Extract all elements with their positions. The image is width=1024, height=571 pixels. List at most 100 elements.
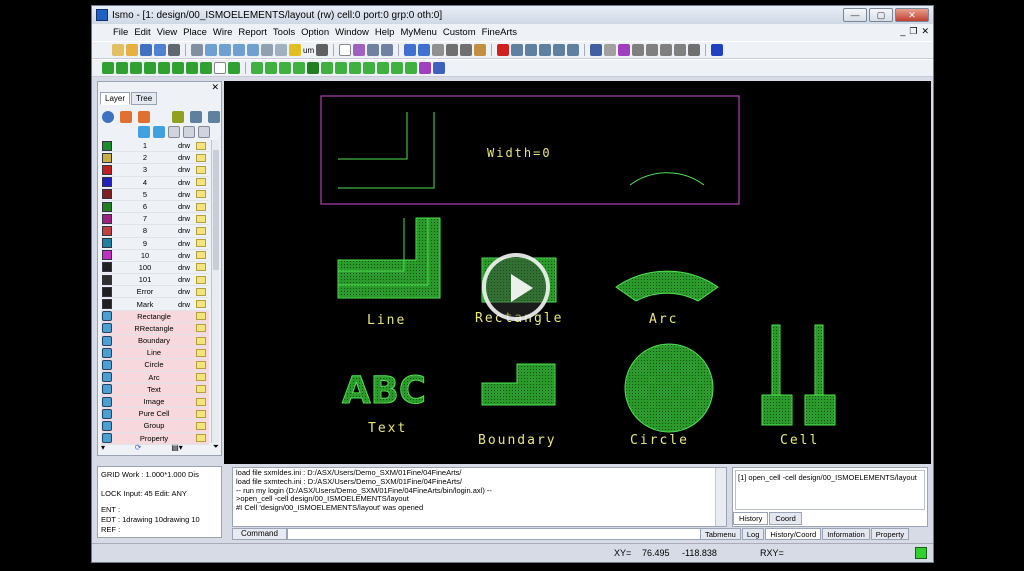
draw-boundary-icon[interactable] xyxy=(172,62,184,74)
tab-tree[interactable]: Tree xyxy=(131,92,158,105)
place-pin-icon[interactable] xyxy=(279,62,291,74)
layer-row[interactable]: 4 drw xyxy=(101,177,209,189)
cut-icon[interactable] xyxy=(446,44,459,56)
move-icon[interactable] xyxy=(511,44,524,56)
menu-tools[interactable]: Tools xyxy=(270,27,298,38)
layer-row[interactable]: 8 drw xyxy=(101,225,209,238)
mirror-icon[interactable] xyxy=(553,44,566,56)
menu-view[interactable]: View xyxy=(154,27,180,38)
layer-refresh-icon[interactable]: ⟳ xyxy=(135,443,142,452)
layer-color-swatch[interactable] xyxy=(102,274,112,285)
object-type-row[interactable]: Line xyxy=(101,347,209,360)
layer-row[interactable]: 6 drw xyxy=(101,201,209,214)
maximize-button[interactable]: ▢ xyxy=(869,8,893,22)
grid-icon[interactable] xyxy=(275,44,287,56)
menu-custom[interactable]: Custom xyxy=(440,27,479,38)
layer-edit-icon[interactable] xyxy=(196,153,206,162)
layer-color-swatch[interactable] xyxy=(102,140,112,151)
zoom-fit-icon[interactable] xyxy=(205,44,217,56)
layer-row[interactable]: Error drw xyxy=(101,286,209,299)
layer-row[interactable]: 1 drw xyxy=(101,140,209,153)
object-edit-icon[interactable] xyxy=(196,373,206,382)
layer-filter-icon[interactable] xyxy=(190,111,202,123)
array-icon[interactable] xyxy=(646,44,659,56)
layer-option-icon[interactable] xyxy=(172,111,184,123)
flatten-icon[interactable] xyxy=(660,44,673,56)
tab-layer[interactable]: Layer xyxy=(100,92,131,105)
object-type-row[interactable]: Boundary xyxy=(101,335,209,348)
draw-rectangle-icon[interactable] xyxy=(144,62,156,74)
zoom-window-icon[interactable] xyxy=(247,44,259,56)
draw-line-icon[interactable] xyxy=(102,62,114,74)
close-button[interactable]: ✕ xyxy=(895,8,929,22)
layer-row[interactable]: 10 drw xyxy=(101,250,209,262)
layer-edit-icon[interactable] xyxy=(196,239,206,248)
layer-edit-icon[interactable] xyxy=(196,214,206,223)
layer-list-scrollbar[interactable] xyxy=(211,140,219,443)
copy-icon[interactable] xyxy=(460,44,473,56)
object-edit-icon[interactable] xyxy=(196,385,206,394)
paste-icon[interactable] xyxy=(474,44,487,56)
zoom-out-icon[interactable] xyxy=(233,44,245,56)
layer-color-swatch[interactable] xyxy=(102,262,112,273)
layer-color-swatch[interactable] xyxy=(102,250,112,261)
draw-rrectangle-icon[interactable] xyxy=(158,62,170,74)
object-edit-icon[interactable] xyxy=(196,336,206,345)
tab-property[interactable]: Property xyxy=(870,528,910,540)
layer-visible-icon[interactable] xyxy=(120,111,132,123)
object-type-row[interactable]: Rectangle xyxy=(101,310,209,323)
mdi-close-button[interactable]: ✕ xyxy=(921,26,929,37)
layer-color-swatch[interactable] xyxy=(102,225,112,236)
layer-color-swatch[interactable] xyxy=(102,201,112,212)
place-label-icon[interactable] xyxy=(335,62,347,74)
mdi-minimize-button[interactable]: _ xyxy=(900,26,905,37)
settings-gear-icon[interactable] xyxy=(316,44,329,56)
edit-point-icon[interactable] xyxy=(381,44,394,56)
layer-row[interactable]: 5 drw xyxy=(101,189,209,201)
menu-help[interactable]: Help xyxy=(372,27,398,38)
rotate-icon[interactable] xyxy=(539,44,552,56)
layout-canvas[interactable]: ABC Width=0 Line Rectangle Arc Text Boun… xyxy=(224,81,931,464)
layer-menu-icon[interactable]: ▤▾ xyxy=(171,443,183,452)
place-logo-icon[interactable] xyxy=(377,62,389,74)
panel-close-icon[interactable]: ✕ xyxy=(211,82,219,93)
hand-icon[interactable] xyxy=(432,44,445,56)
minimize-button[interactable]: — xyxy=(843,8,867,22)
layer-row[interactable]: 2 drw xyxy=(101,152,209,165)
undo-icon[interactable] xyxy=(404,44,417,56)
layer-edit-icon[interactable] xyxy=(196,190,206,199)
place-circle-icon[interactable] xyxy=(307,62,319,74)
layer-row[interactable]: 101 drw xyxy=(101,274,209,287)
layer-edit-icon[interactable] xyxy=(196,226,206,235)
tab-tabmenu[interactable]: Tabmenu xyxy=(700,528,741,540)
draw-text-icon[interactable] xyxy=(214,62,226,74)
select-area-icon[interactable] xyxy=(353,44,366,56)
unit-select[interactable]: um xyxy=(303,46,314,55)
place-image-icon[interactable] xyxy=(433,62,445,74)
tab-information[interactable]: Information xyxy=(822,528,870,540)
tab-log[interactable]: Log xyxy=(741,528,765,540)
layer-select-icon[interactable] xyxy=(138,111,150,123)
layer-row[interactable]: 3 drw xyxy=(101,164,209,177)
layer-icon[interactable] xyxy=(590,44,603,56)
menu-wire[interactable]: Wire xyxy=(210,27,236,38)
log-scrollbar[interactable] xyxy=(715,468,726,526)
layer-color-swatch[interactable] xyxy=(102,238,112,249)
video-play-button[interactable] xyxy=(482,253,550,321)
print-icon[interactable] xyxy=(168,44,180,56)
menu-edit[interactable]: Edit xyxy=(131,27,153,38)
object-edit-icon[interactable] xyxy=(196,312,206,321)
measure-icon[interactable] xyxy=(604,44,617,56)
ungroup-icon[interactable] xyxy=(632,44,645,56)
object-edit-icon[interactable] xyxy=(196,421,206,430)
open-folder-icon[interactable] xyxy=(126,44,138,56)
layer-edit-icon[interactable] xyxy=(196,251,206,260)
history-entry[interactable]: [1] open_cell -cell design/00_ISMOELEMEN… xyxy=(735,470,925,510)
place-bar-icon[interactable] xyxy=(349,62,361,74)
help-icon[interactable] xyxy=(711,44,724,56)
property-icon[interactable] xyxy=(688,44,701,56)
layer-edit-icon[interactable] xyxy=(196,165,206,174)
draw-path-icon[interactable] xyxy=(130,62,142,74)
layer-filter-funnel-icon[interactable]: ⏷ xyxy=(213,442,219,452)
layer-color-swatch[interactable] xyxy=(102,177,112,188)
